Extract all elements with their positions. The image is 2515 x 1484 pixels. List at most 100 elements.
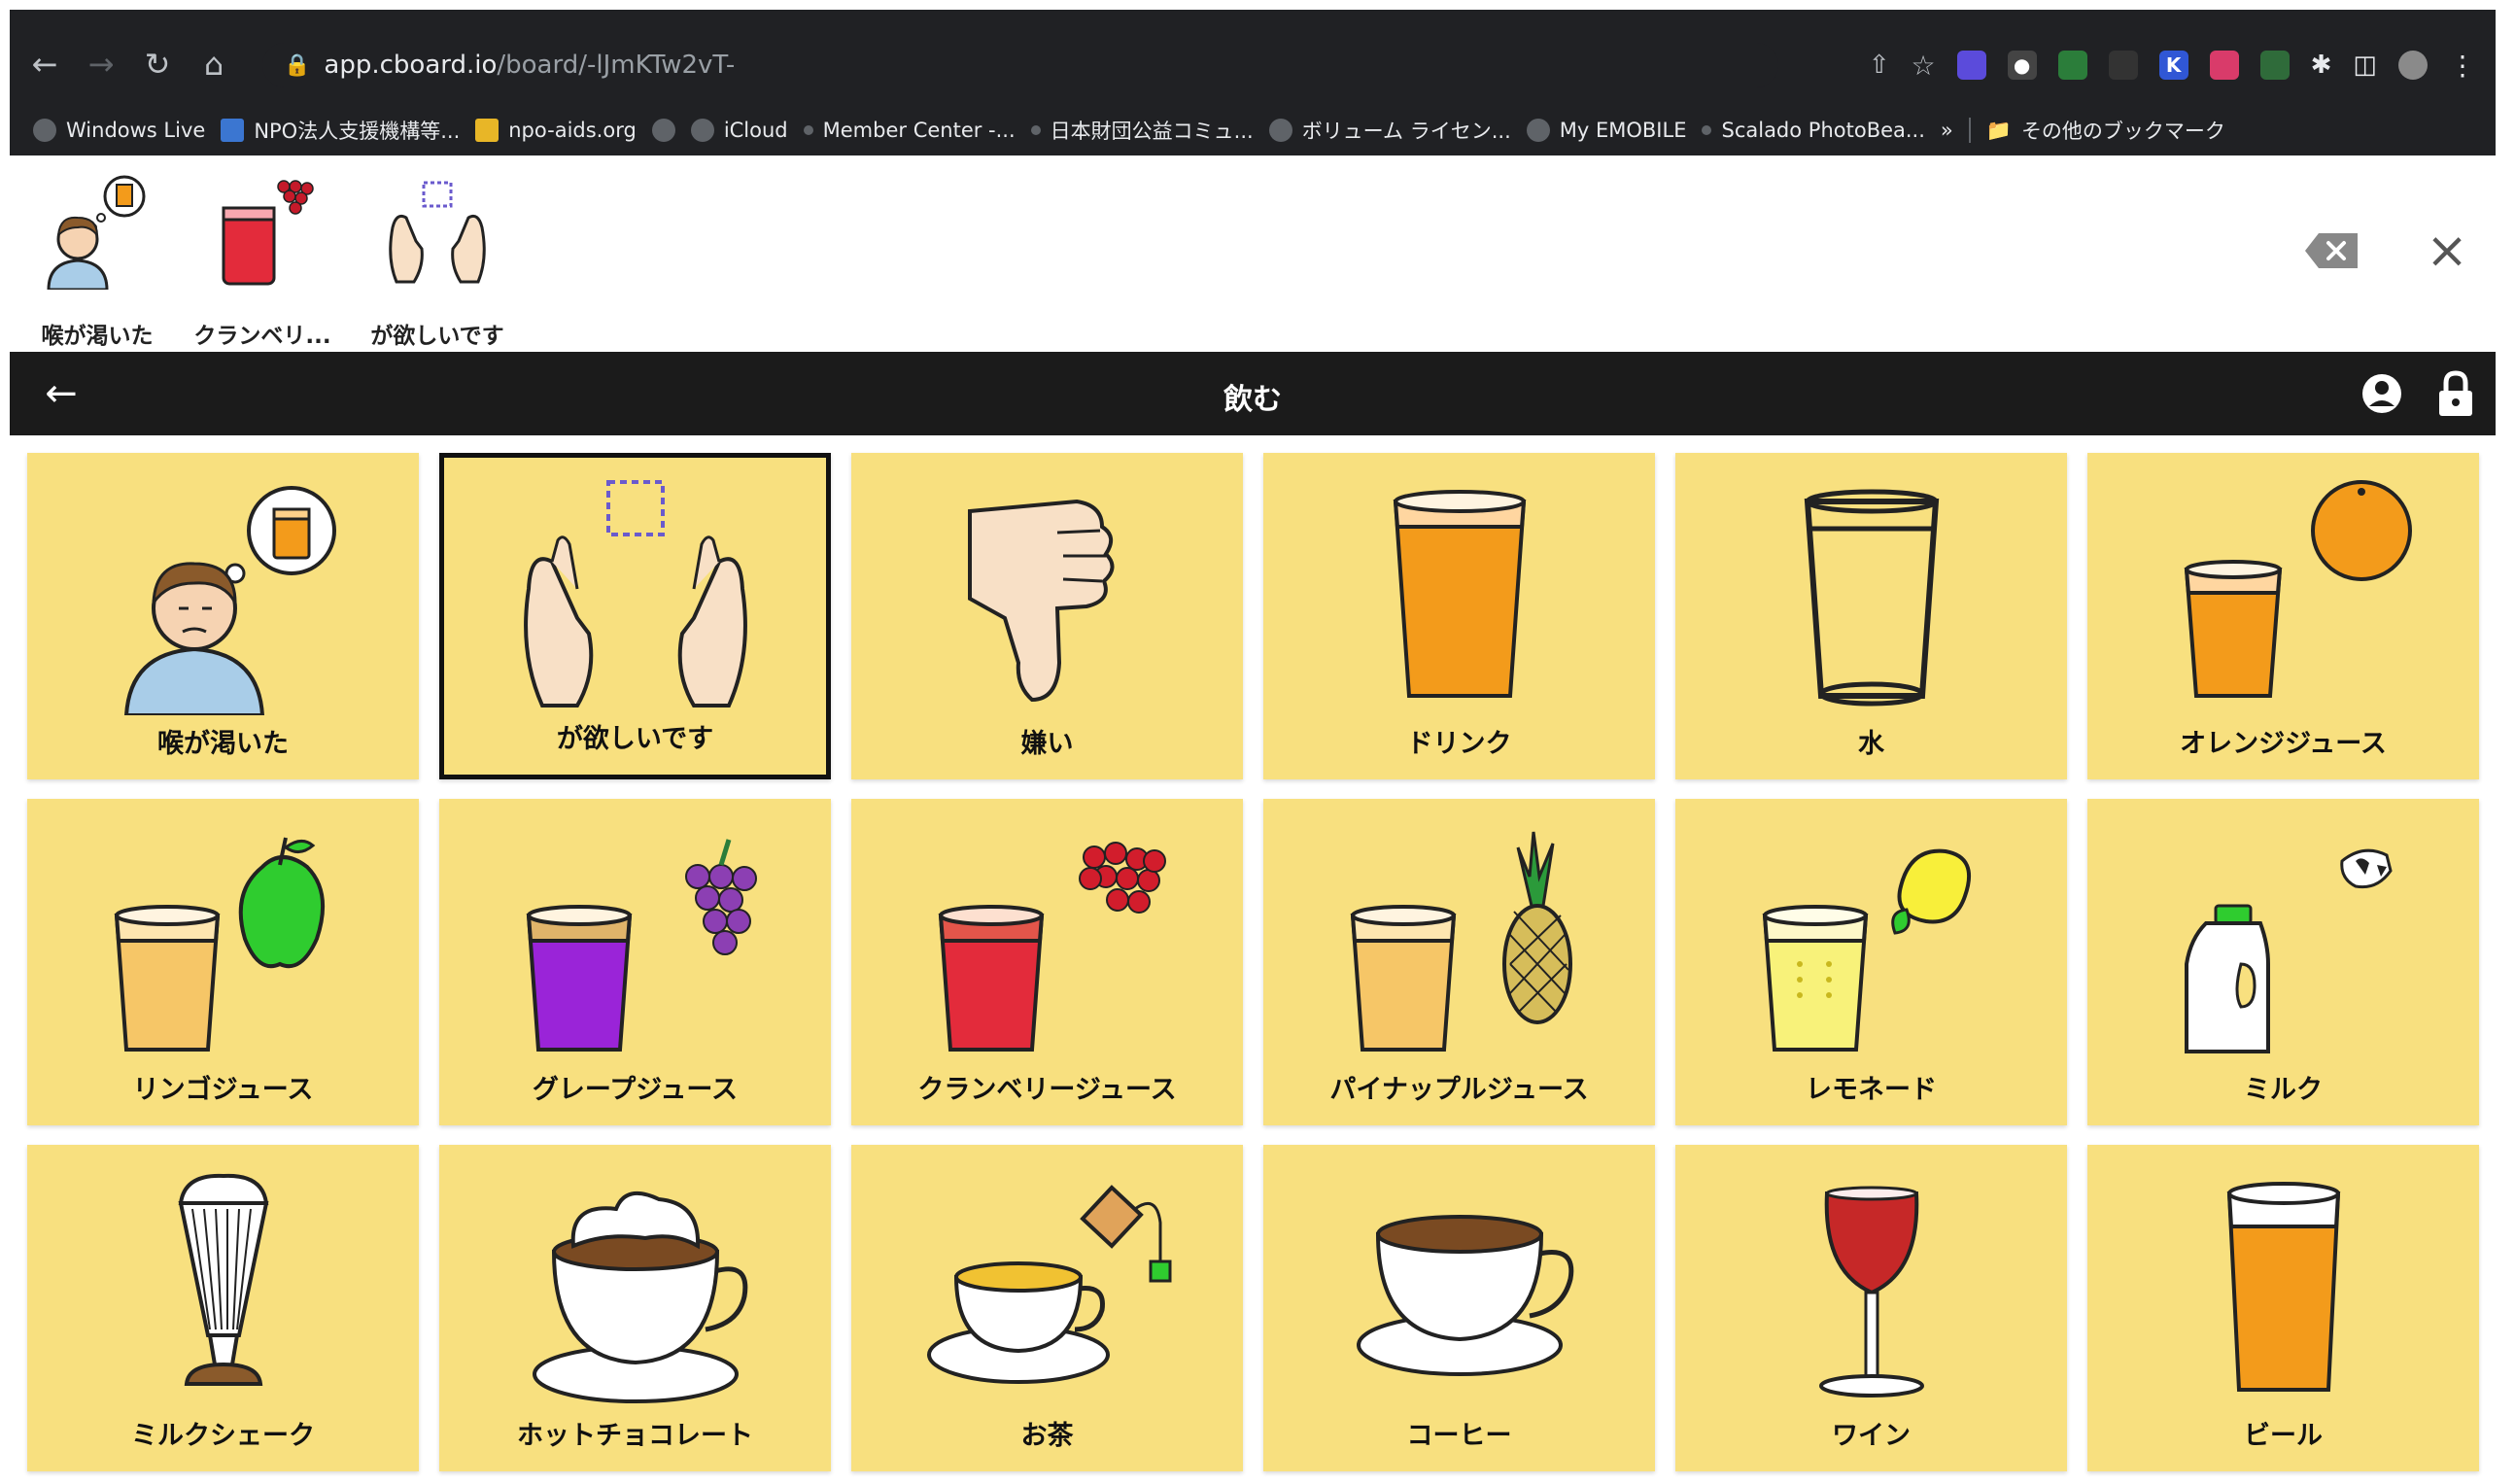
- bookmark-item[interactable]: iCloud: [690, 119, 788, 142]
- output-symbol[interactable]: が欲しいです: [360, 173, 515, 349]
- extension-icon[interactable]: [2108, 51, 2138, 80]
- tile-label: ホットチョコレート: [517, 1421, 753, 1451]
- clear-icon[interactable]: ×: [2420, 224, 2474, 278]
- globe-icon: [1268, 119, 1292, 142]
- avatar[interactable]: [2398, 51, 2428, 80]
- browser-back-icon[interactable]: ←: [23, 43, 66, 86]
- other-bookmarks[interactable]: 📁 その他のブックマーク: [1986, 116, 2225, 145]
- bookmark-item[interactable]: npo-aids.org: [475, 119, 637, 142]
- tile-drink[interactable]: ドリンク: [1263, 453, 1655, 779]
- drink-icon: [1393, 490, 1527, 698]
- bookmark-item[interactable]: [651, 119, 675, 142]
- page-icon: [475, 119, 500, 142]
- tile-milkshake[interactable]: ミルクシェーク: [27, 1145, 419, 1471]
- bookmark-item[interactable]: My EMOBILE: [1526, 119, 1686, 142]
- tile-dislike[interactable]: 嫌い: [851, 453, 1243, 779]
- divider: [1968, 118, 1971, 143]
- tile-label: ワイン: [1832, 1421, 1911, 1451]
- globe-icon: [690, 119, 714, 142]
- tile-label: グレープジュース: [532, 1075, 739, 1105]
- globe-icon: [1526, 119, 1550, 142]
- tile-label: が欲しいです: [556, 724, 714, 754]
- tile-label: 水: [1858, 729, 1884, 759]
- page-icon: [221, 119, 245, 142]
- tile-orange-juice[interactable]: オレンジジュース: [2087, 453, 2479, 779]
- address-bar[interactable]: 🔒 app.cboard.io /board/-lJmKTw2vT-: [262, 43, 1778, 87]
- orange-juice-icon: [2184, 480, 2412, 698]
- user-icon[interactable]: [2360, 371, 2404, 416]
- output-symbol[interactable]: クランベリ...: [185, 173, 340, 349]
- tile-cranberry-juice[interactable]: クランベリージュース: [851, 799, 1243, 1125]
- bookmark-item[interactable]: Windows Live: [33, 119, 205, 142]
- extension-icon[interactable]: K: [2158, 51, 2188, 80]
- extension-icon[interactable]: [2057, 51, 2087, 80]
- tile-pineapple-juice[interactable]: パイナップルジュース: [1263, 799, 1655, 1125]
- tile-thirsty[interactable]: 喉が渇いた: [27, 453, 419, 779]
- tile-lemonade[interactable]: レモネード: [1675, 799, 2067, 1125]
- bookmark-item[interactable]: Member Center -...: [803, 119, 1016, 142]
- backspace-icon[interactable]: [2303, 231, 2360, 270]
- home-icon[interactable]: ⌂: [192, 43, 235, 86]
- extension-icon[interactable]: [1956, 51, 1986, 80]
- output-symbol[interactable]: 喉が渇いた: [19, 173, 175, 349]
- tile-grape-juice[interactable]: グレープジュース: [439, 799, 831, 1125]
- tile-label: お茶: [1020, 1421, 1074, 1451]
- lemonade-icon: [1762, 848, 1971, 1052]
- milk-icon: [2185, 848, 2393, 1053]
- tile-water[interactable]: 水: [1675, 453, 2067, 779]
- coffee-icon: [1357, 1215, 1574, 1376]
- folder-icon: 📁: [1985, 118, 2012, 142]
- reload-icon[interactable]: ↻: [136, 43, 179, 86]
- water-icon: [1804, 489, 1940, 707]
- tile-label: リンゴジュース: [132, 1075, 314, 1105]
- url-path: /board/-lJmKTw2vT-: [497, 51, 736, 80]
- tile-label: ミルク: [2244, 1075, 2323, 1105]
- cranberry-juice-icon: [938, 842, 1166, 1052]
- puzzle-icon[interactable]: ✱: [2311, 51, 2332, 80]
- apple-juice-icon: [114, 837, 326, 1052]
- wine-icon: [1819, 1186, 1924, 1398]
- extension-icon[interactable]: [2209, 51, 2239, 80]
- tile-label: 喉が渇いた: [157, 729, 289, 759]
- bookmarks-overflow[interactable]: »: [1941, 119, 1953, 142]
- output-bar: 喉が渇いた クランベリ... が欲しいです ×: [10, 155, 2496, 350]
- lock-icon[interactable]: [2433, 369, 2478, 418]
- beer-icon: [2226, 1182, 2341, 1392]
- bookmark-item[interactable]: Scalado PhotoBea...: [1702, 119, 1925, 142]
- kebab-menu-icon[interactable]: ⋮: [2449, 50, 2476, 82]
- bookmark-star-icon[interactable]: ☆: [1912, 50, 1936, 82]
- bookmarks-bar: Windows Live NPO法人支援機構等... npo-aids.org …: [10, 111, 2496, 150]
- tile-tea[interactable]: お茶: [851, 1145, 1243, 1471]
- tile-label: オレンジジュース: [2180, 729, 2387, 759]
- tile-label: コーヒー: [1406, 1421, 1512, 1451]
- toolbar-actions: ⇧ ☆ ● K ✱ ◫ ⋮: [1869, 43, 2496, 87]
- extension-icon[interactable]: ●: [2007, 51, 2037, 80]
- want-icon: [389, 181, 486, 284]
- sidebar-icon[interactable]: ◫: [2353, 51, 2377, 80]
- tile-milk[interactable]: ミルク: [2087, 799, 2479, 1125]
- bookmark-item[interactable]: NPO法人支援機構等...: [221, 116, 460, 145]
- bookmark-item[interactable]: 日本財団公益コミュ...: [1030, 116, 1254, 145]
- extension-icon[interactable]: [2259, 51, 2290, 80]
- tile-apple-juice[interactable]: リンゴジュース: [27, 799, 419, 1125]
- tile-beer[interactable]: ビール: [2087, 1145, 2479, 1471]
- tile-label: 嫌い: [1020, 729, 1074, 759]
- browser-toolbar: ← → ↻ ⌂ 🔒 app.cboard.io /board/-lJmKTw2v…: [10, 35, 2496, 93]
- tile-hot-chocolate[interactable]: ホットチョコレート: [439, 1145, 831, 1471]
- board-navbar: ← 飲む: [10, 352, 2496, 435]
- tile-want[interactable]: が欲しいです: [439, 453, 831, 779]
- thirsty-icon: [123, 486, 336, 715]
- tile-label: レモネード: [1806, 1075, 1937, 1105]
- output-symbol-label: クランベリ...: [193, 324, 331, 349]
- url-host: app.cboard.io: [324, 51, 498, 80]
- pineapple-juice-icon: [1350, 831, 1572, 1052]
- tile-coffee[interactable]: コーヒー: [1263, 1145, 1655, 1471]
- share-icon[interactable]: ⇧: [1869, 51, 1890, 80]
- bookmark-item[interactable]: ボリューム ライセン...: [1268, 116, 1511, 145]
- tile-label: パイナップルジュース: [1329, 1075, 1589, 1105]
- bullet-icon: [803, 125, 813, 135]
- tile-wine[interactable]: ワイン: [1675, 1145, 2067, 1471]
- thirsty-icon: [47, 175, 146, 290]
- browser-forward-icon[interactable]: →: [80, 43, 122, 86]
- globe-icon: [33, 119, 56, 142]
